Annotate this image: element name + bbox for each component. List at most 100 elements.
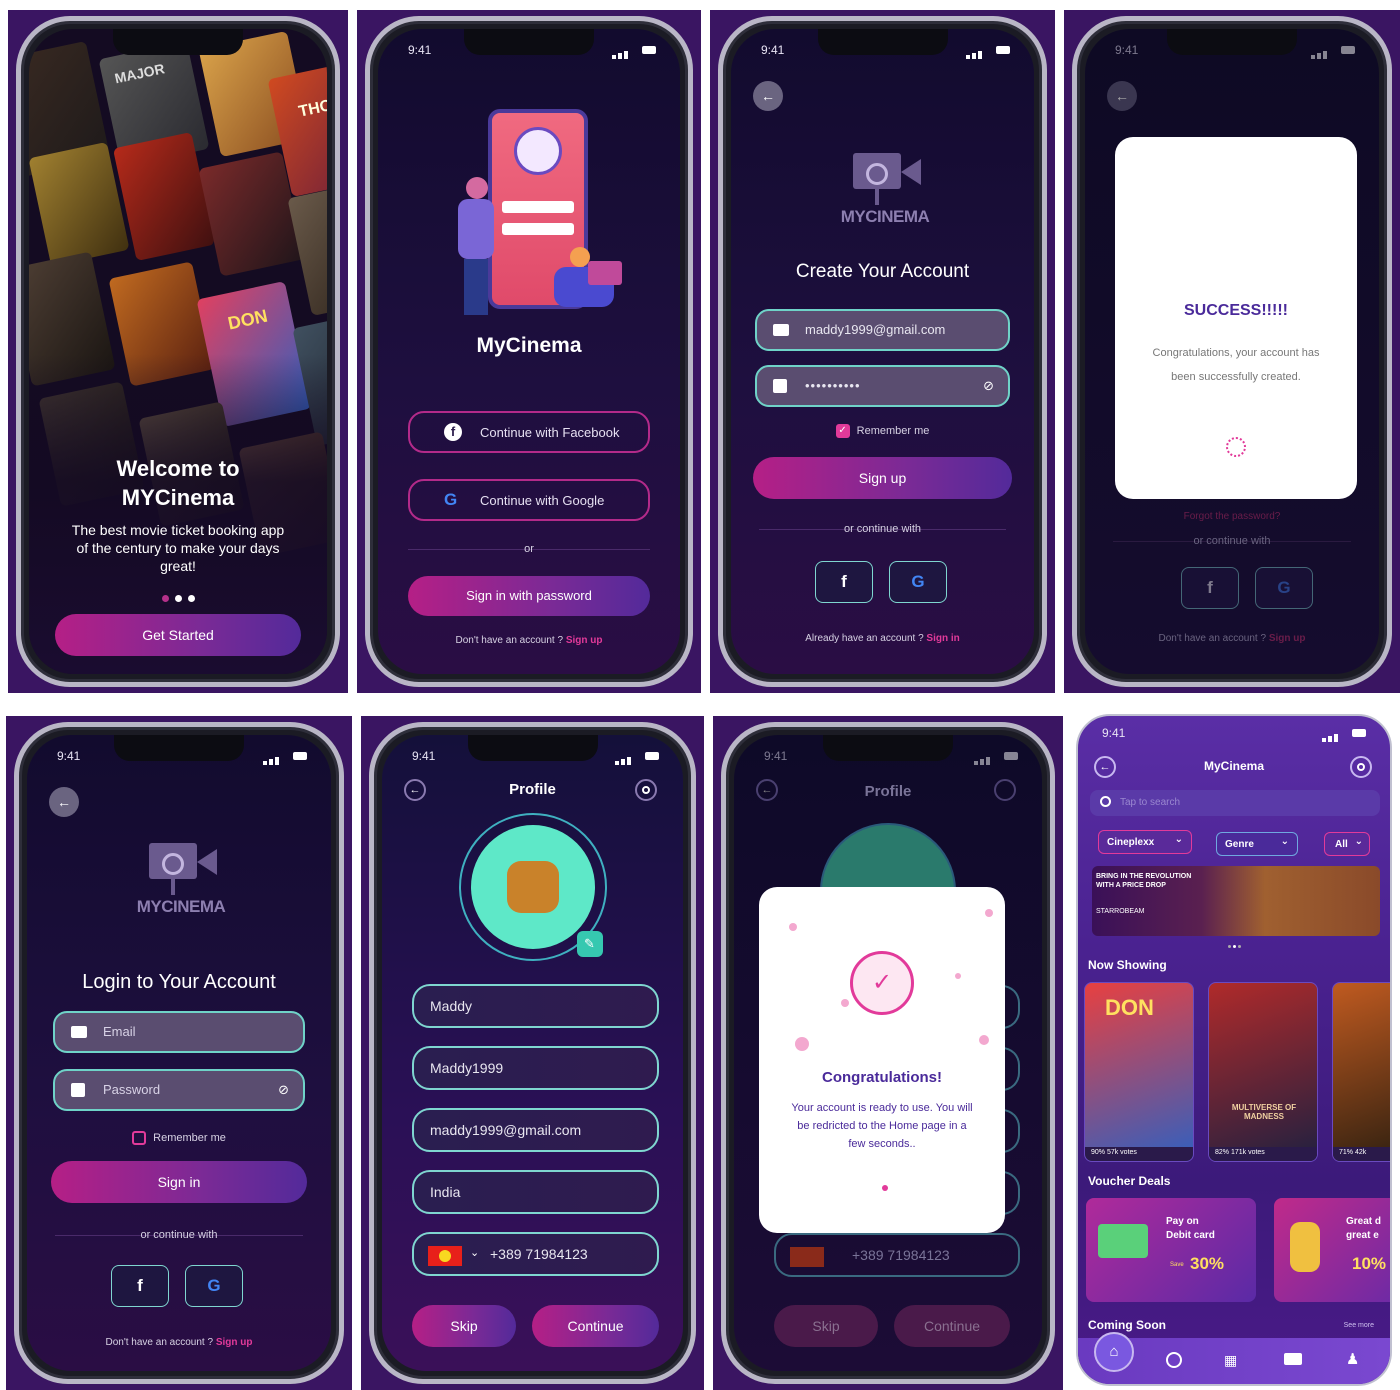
skip-button[interactable]: Skip [412,1305,516,1347]
facebook-button[interactable]: f [1181,567,1239,609]
phone-frame: 9:41 MyCinema f Continue with Facebook G… [365,16,693,687]
username-field[interactable]: Maddy1999 [412,1046,659,1090]
home-screen: 9:41 ← MyCinema Tap to search Cineplexx ⌄… [1076,714,1392,1386]
confetti-dot [841,999,849,1007]
dot [187,595,195,602]
grid-icon[interactable]: ▦ [1224,1352,1240,1368]
poster-title: DON [226,305,270,334]
signup-link[interactable]: Sign up [216,1337,253,1348]
voucher-card[interactable]: Great d great e 10% [1274,1198,1390,1302]
poster-title: MAJOR [113,60,166,87]
get-started-button[interactable]: Get Started [55,614,301,656]
notch [467,735,598,761]
signup-button[interactable]: Sign up [753,457,1012,499]
email-field[interactable]: maddy1999@gmail.com [412,1108,659,1152]
flag-icon [428,1246,462,1266]
facebook-button[interactable]: f [111,1265,169,1307]
country-field[interactable]: India [412,1170,659,1214]
promo-banner[interactable]: BRING IN THE REVOLUTION WITH A PRICE DRO… [1092,866,1380,936]
remember-checkbox[interactable]: ✓ [835,424,850,438]
search-input[interactable]: Tap to search [1090,790,1380,816]
forgot-password-link[interactable]: Forgot the password? [1085,511,1379,522]
voucher-card[interactable]: Pay on Debit card Save 30% [1086,1198,1256,1302]
filter-label: Genre [1225,839,1254,850]
email-field[interactable]: Email [53,1011,305,1053]
location-button[interactable] [994,779,1016,801]
signin-link[interactable]: Sign in [926,633,959,644]
poster [112,131,216,262]
voucher-line1: Pay on [1166,1216,1199,1227]
notch [823,735,953,761]
phone-screen: MAJOR THOR DON Welcome to MYCinema The b… [29,29,327,674]
coming-soon-heading: Coming Soon [1088,1318,1166,1332]
edit-avatar-button[interactable]: ✎ [576,931,603,957]
phone-field[interactable]: +389 71984123 [774,1233,1020,1277]
congrats-message: Your account is ready to use. You will b… [791,1102,973,1150]
status-icons [615,751,659,765]
create-account-title: Create Your Account [795,261,970,282]
see-more-link[interactable]: See more [1344,1322,1374,1329]
lock-icon [71,1083,85,1097]
location-button[interactable] [635,779,657,801]
back-button[interactable]: ← [49,787,79,817]
or-continue-label: or continue with [843,523,922,535]
screen-create-account: 9:41 ← MYCINEMA Create Your Account madd… [710,10,1055,693]
movie-card[interactable]: DON 90% 57k votes [1084,982,1194,1162]
filter-all[interactable]: All ⌄ [1324,832,1370,856]
status-time: 9:41 [412,749,436,763]
app-name: MyCinema [476,334,582,357]
phone-frame: MAJOR THOR DON Welcome to MYCinema The b… [16,16,340,687]
loading-spinner-icon [1226,437,1246,457]
continue-google-button[interactable]: G Continue with Google [408,479,650,521]
continue-facebook-button[interactable]: f Continue with Facebook [408,411,650,453]
confetti-dot [985,909,993,917]
remember-checkbox[interactable] [132,1131,147,1145]
movie-card[interactable]: 71% 42k [1332,982,1390,1162]
signup-link[interactable]: Sign up [1269,633,1306,644]
or-continue-label: or continue with [140,1229,218,1241]
continue-button[interactable]: Continue [894,1305,1010,1347]
back-button[interactable]: ← [753,81,783,111]
skip-button[interactable]: Skip [774,1305,878,1347]
chevron-down-icon[interactable]: ⌄ [470,1246,479,1259]
continue-button[interactable]: Continue [532,1305,659,1347]
continue-google-label: Continue with Google [480,493,605,508]
location-button[interactable] [1350,756,1372,778]
signin-button[interactable]: Sign in [51,1161,307,1203]
check-circle-icon: ✓ [850,951,914,1015]
no-account-text: Don't have an account ? [455,635,564,646]
remember-label: Remember me [153,1132,226,1144]
notch [114,735,244,761]
notch [817,29,948,55]
home-icon[interactable]: ⌂ [1094,1332,1134,1372]
status-time: 9:41 [761,43,785,57]
eye-off-icon[interactable]: ⊘ [278,1082,289,1098]
password-field[interactable]: Password ⊘ [53,1069,305,1111]
eye-off-icon[interactable]: ⊘ [983,378,994,394]
password-value: •••••••••• [805,378,861,393]
phone-field[interactable]: ⌄ +389 71984123 [412,1232,659,1276]
banner-brand: STARROBEAM [1096,908,1145,915]
search-icon[interactable] [1166,1352,1182,1368]
google-button[interactable]: G [1255,567,1313,609]
ticket-icon[interactable] [1284,1353,1302,1365]
movie-card[interactable]: MULTIVERSE OF MADNESS 82% 171k votes [1208,982,1318,1162]
now-showing-heading: Now Showing [1088,958,1167,972]
dog-avatar-icon [506,861,559,913]
google-button[interactable]: G [889,561,947,603]
facebook-button[interactable]: f [815,561,873,603]
email-field[interactable]: maddy1999@gmail.com [755,309,1010,351]
password-field[interactable]: •••••••••• ⊘ [755,365,1010,407]
search-placeholder: Tap to search [1120,797,1181,808]
signin-password-button[interactable]: Sign in with password [408,576,650,616]
google-button[interactable]: G [185,1265,243,1307]
filter-cineplexx[interactable]: Cineplexx ⌄ [1098,830,1192,854]
welcome-title-line1: Welcome to [116,456,240,481]
movie-rating-bar: 90% 57k votes [1085,1147,1193,1161]
name-field[interactable]: Maddy [412,984,659,1028]
phone-screen: 9:41 MyCinema f Continue with Facebook G… [378,29,680,674]
filter-genre[interactable]: Genre ⌄ [1216,832,1298,856]
user-icon[interactable]: ♟ [1346,1350,1362,1368]
back-button[interactable]: ← [1107,81,1137,111]
signup-link[interactable]: Sign up [566,635,603,646]
